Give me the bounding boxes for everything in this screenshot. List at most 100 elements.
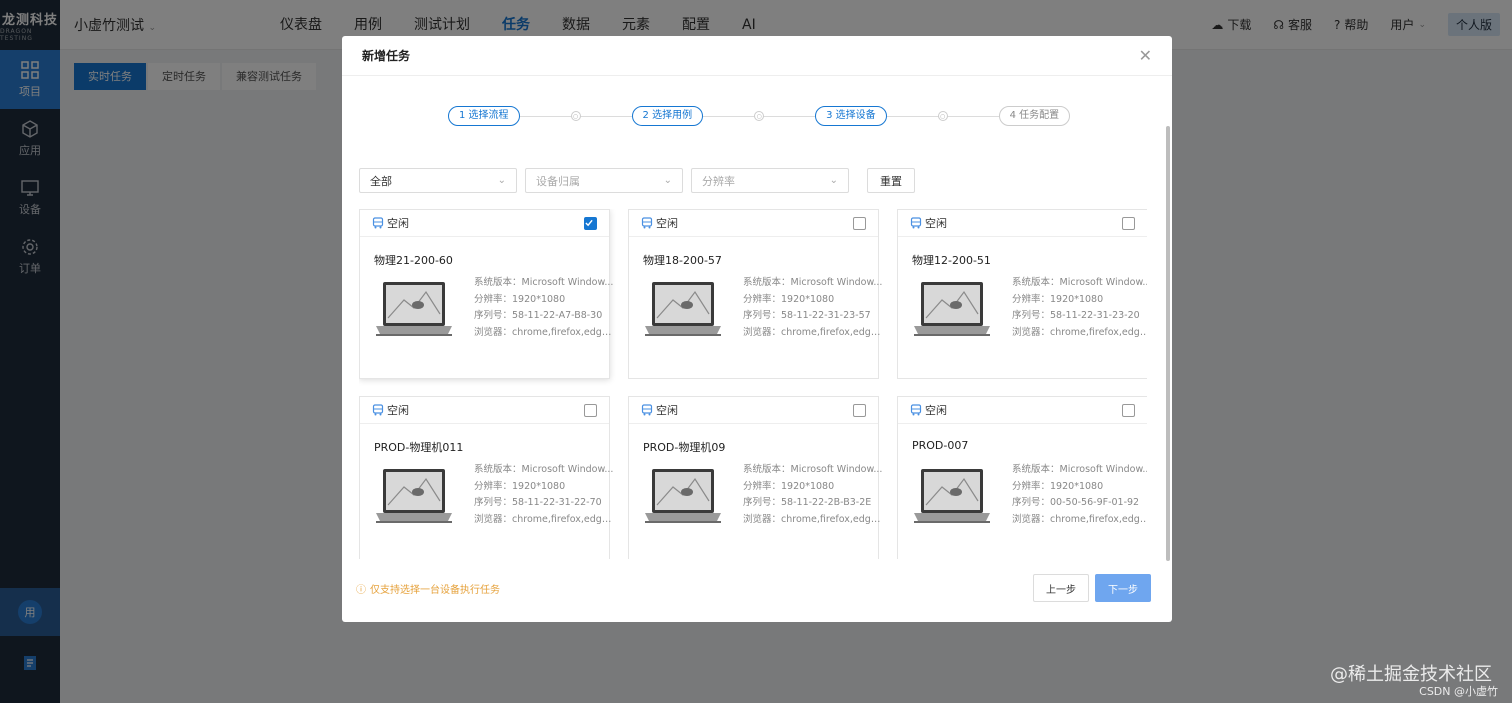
reset-button[interactable]: 重置 [867,168,915,193]
close-icon[interactable]: ✕ [1139,46,1152,65]
step-3[interactable]: 3 选择设备 [815,106,887,126]
step-2[interactable]: 2 选择用例 [631,106,704,126]
device-name: PROD-物理机011 [374,441,464,454]
device-specs: 系统版本：Microsoft Window... 分辨率：1920*1080 序列号… [474,275,614,342]
step-4[interactable]: 4 任务配置 [998,106,1071,126]
step-connector: ○ [703,110,816,121]
step-dot: ○ [937,110,948,121]
spec-browser: 浏览器：chrome,firefox,edge,ie [743,513,883,525]
step-dot: ○ [570,110,581,121]
device-specs: 系统版本：Microsoft Window... 分辨率：1920*1080 序列号… [1012,462,1147,529]
spec-serial: 序列号：58-11-22-31-22-70 [474,497,602,508]
device-checkbox[interactable] [853,216,866,230]
device-card[interactable]: 空闲物理12-200-51 系统版本：Microsoft Window... 分辨率… [897,209,1147,379]
bus-icon [372,404,384,416]
device-specs: 系统版本：Microsoft Window... 分辨率：1920*1080 序列号… [743,462,883,529]
selection-note: ⓘ 仅支持选择一台设备执行任务 [356,581,500,596]
spec-serial: 序列号：00-50-56-9F-01-92 [1012,497,1140,508]
watermark-csdn: CSDN @小虚竹 [1419,685,1498,698]
device-checkbox[interactable] [1122,216,1135,230]
chevron-down-icon: ⌄ [497,175,506,186]
device-status: 空闲 [387,217,409,230]
chevron-down-icon: ⌄ [829,175,838,186]
device-card[interactable]: 空闲 PROD-物理机09 系统版本：Microsoft Window... 分辨率：… [628,396,883,559]
device-body: 系统版本：Microsoft Window... 分辨率：1920*1080 序列号… [898,275,1147,342]
bus-icon [641,217,653,229]
spec-resolution: 分辨率：1920*1080 [474,480,566,492]
spec-resolution: 分辨率：1920*1080 [1012,480,1104,492]
device-body: 系统版本：Microsoft Window... 分辨率：1920*1080 序列号… [629,277,883,342]
spec-browser: 浏览器：chrome,firefox,edge,ie [1012,326,1147,338]
laptop-image [374,465,454,529]
device-body: 系统版本：Microsoft Window... 分辨率：1920*1080 序列号… [898,462,1147,529]
device-card[interactable]: 空闲 PROD-物理机011 系统版本：Microsoft Window... 分辨率… [359,396,614,559]
dialog-title: 新增任务 [362,49,411,63]
card-header: 空闲 [360,397,609,424]
device-status: 空闲 [656,217,678,230]
device-card[interactable]: 空闲物理21-200-60 系统版本：Microsoft Window... 分辨率… [359,209,614,379]
device-checkbox[interactable] [584,403,597,417]
bus-icon [910,404,922,416]
new-task-dialog: 新增任务 ✕ 1 选择流程 ○ 2 选择用例 ○ 3 选择设备 ○ 4 任务配置… [342,36,1172,622]
device-specs: 系统版本：Microsoft Window... 分辨率：1920*1080 序列号… [1012,275,1147,342]
card-header: 空闲 [629,397,878,424]
laptop-image [643,278,723,342]
spec-serial: 序列号：58-11-22-31-23-20 [1012,310,1140,321]
device-status: 空闲 [656,404,678,417]
spec-browser: 浏览器：chrome,firefox,edge,ie [474,326,614,338]
device-specs: 系统版本：Microsoft Window... 分辨率：1920*1080 序列号… [743,275,883,342]
spec-serial: 序列号：58-11-22-31-23-57 [743,310,871,321]
spec-os: 系统版本：Microsoft Window... [1012,464,1147,475]
device-body: 系统版本：Microsoft Window... 分辨率：1920*1080 序列号… [360,464,614,529]
card-header: 空闲 [629,210,878,237]
spec-resolution: 分辨率：1920*1080 [743,293,835,305]
device-name: PROD-物理机09 [643,441,726,454]
spec-resolution: 分辨率：1920*1080 [743,480,835,492]
spec-serial: 序列号：58-11-22-2B-B3-2E [743,497,872,508]
spec-resolution: 分辨率：1920*1080 [1012,293,1104,305]
bus-icon [910,217,922,229]
device-status: 空闲 [387,404,409,417]
card-header: 空闲 [360,210,609,237]
step-dot: ○ [754,110,765,121]
device-checkbox[interactable] [584,216,597,230]
device-card[interactable]: 空闲 物理18-200-57 系统版本：Microsoft Window... 分辨率… [628,209,883,379]
bus-icon [641,404,653,416]
device-status: 空闲 [925,404,947,417]
platform-select[interactable]: 设备归属 ⌄ [525,168,683,193]
spec-browser: 浏览器：chrome,firefox,edge,ie [1012,513,1147,525]
chevron-down-icon: ⌄ [663,175,672,186]
step-connector: ○ [886,110,999,121]
spec-os: 系统版本：Microsoft Window... [474,464,614,475]
device-specs: 系统版本：Microsoft Window... 分辨率：1920*1080 序列号… [474,462,614,529]
card-header: 空闲 [898,397,1147,424]
device-card[interactable]: 空闲 PROD-007 系统版本：Microsoft Window... 分辨率：19… [897,396,1147,559]
step-1[interactable]: 1 选择流程 [448,106,520,126]
device-body: 系统版本：Microsoft Window... 分辨率：1920*1080 序列号… [360,277,614,342]
device-checkbox[interactable] [1122,403,1135,417]
laptop-image [643,465,723,529]
device-checkbox[interactable] [853,403,866,417]
dialog-header: 新增任务 ✕ [342,36,1172,76]
resolution-select[interactable]: 分辨率 ⌄ [691,168,849,193]
spec-serial: 序列号：58-11-22-A7-B8-30 [474,310,603,321]
prev-button[interactable]: 上一步 [1033,574,1089,602]
spec-resolution: 分辨率：1920*1080 [474,293,566,305]
laptop-image [374,278,454,342]
device-grid: 空闲 物理21-200-60 系统版本：Microsoft Window... 分辨率… [359,209,1147,559]
device-filters: 全部 ⌄ 设备归属 ⌄ 分辨率 ⌄ 重置 [359,168,915,193]
laptop-image [912,278,992,342]
select-placeholder: 分辨率 [702,174,735,188]
scrollbar[interactable] [1166,126,1170,561]
laptop-image [912,465,992,529]
device-name: 物理21-200-60 [374,254,453,267]
device-name: 物理12-200-51 [912,254,991,267]
select-placeholder: 设备归属 [536,174,580,188]
next-button[interactable]: 下一步 [1095,574,1151,602]
spec-os: 系统版本：Microsoft Window... [1012,277,1147,288]
card-header: 空闲 [898,210,1147,237]
stepper: 1 选择流程 ○ 2 选择用例 ○ 3 选择设备 ○ 4 任务配置 [448,106,1071,126]
all-select[interactable]: 全部 ⌄ [359,168,517,193]
spec-os: 系统版本：Microsoft Window... [743,277,883,288]
select-value: 全部 [370,174,392,188]
